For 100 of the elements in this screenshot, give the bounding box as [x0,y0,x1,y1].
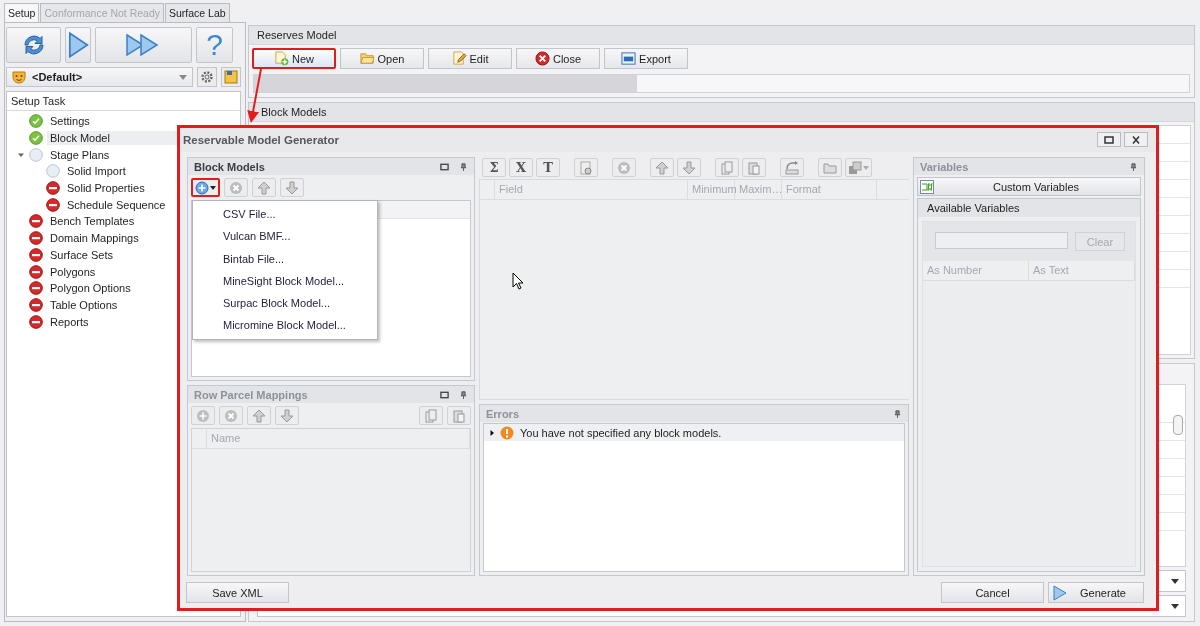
open-button[interactable]: Open [340,48,424,69]
formula-button[interactable]: Σ [482,158,506,177]
up-arrow-icon [257,180,271,195]
panel-title: Row Parcel Mappings [194,388,309,401]
refresh-button[interactable] [6,27,61,63]
tree-header: Setup Task [7,92,240,111]
add-field-button[interactable] [574,158,598,177]
panel-title: Block Models [194,160,266,173]
folder-icon [823,160,837,175]
close-button[interactable]: Close [516,48,600,69]
move-down-button[interactable] [275,406,299,425]
warning-icon [500,425,514,440]
x-circle-icon [224,408,238,423]
tree-item[interactable]: Settings [47,114,240,129]
save-xml-button[interactable]: Save XML [186,582,289,603]
save-icon [848,160,862,175]
move-up-button[interactable] [252,178,276,197]
settings-button[interactable] [197,67,217,87]
caret-icon [1171,603,1179,609]
open-button[interactable] [818,158,842,177]
remove-button[interactable] [224,178,248,197]
dialog-title: Reservable Model Generator [180,128,1156,152]
down-arrow-icon [280,408,294,423]
maximize-button[interactable] [1097,132,1121,147]
plus-circle-icon [196,408,210,423]
paste-button[interactable] [447,406,471,425]
move-up-button[interactable] [650,158,674,177]
note-button[interactable] [221,67,241,87]
caret-icon [210,185,216,190]
maximize-icon [1104,135,1114,144]
scrollbar[interactable] [1173,415,1183,435]
menu-item[interactable]: CSV File... [193,203,377,226]
app-tab[interactable]: Surface Lab [165,3,230,22]
close-button[interactable] [1124,132,1148,147]
restore-icon[interactable] [440,162,449,171]
x-circle-icon [229,180,243,195]
app-tab[interactable]: Setup [4,3,40,22]
rename-button[interactable] [780,158,804,177]
group-title: Reserves Model [249,26,1194,45]
run-all-button[interactable] [95,27,192,63]
panel-title: Variables [920,160,970,173]
menu-item[interactable]: MineSight Block Model... [193,269,377,293]
formula-button[interactable]: X [509,158,533,177]
generate-button[interactable]: Generate [1048,582,1144,603]
edit-file-icon [451,51,467,66]
paste-icon [452,408,466,423]
remove-button[interactable] [219,406,243,425]
save-dropdown-button[interactable] [845,158,872,177]
pin-icon[interactable] [1129,162,1138,171]
caret-icon [863,165,869,170]
caret-icon [1171,578,1179,584]
cancel-button[interactable]: Cancel [941,582,1044,603]
paste-icon [747,160,761,175]
edit-button[interactable]: Edit [428,48,512,69]
paste-button[interactable] [742,158,766,177]
close-icon [534,51,550,66]
menu-item[interactable]: Micromine Block Model... [193,314,377,337]
export-button[interactable]: Export [604,48,688,69]
mouse-pointer-icon [512,272,524,290]
menu-item[interactable]: Vulcan BMF... [193,225,377,248]
down-arrow-icon [285,180,299,195]
profile-dropdown[interactable]: <Default> [6,67,193,87]
group-title: Available Variables [918,199,1140,217]
search-field[interactable] [935,232,1068,249]
copy-button[interactable] [715,158,739,177]
settings-icon [200,70,214,84]
move-up-button[interactable] [247,406,271,425]
move-down-button[interactable] [677,158,701,177]
custom-variables-button[interactable]: Custom Variables [917,177,1141,196]
note-icon [224,70,238,84]
copy-icon [720,160,734,175]
play-icon [1053,584,1067,601]
formula-button[interactable]: T [536,158,560,177]
close-icon [1131,135,1141,144]
pin-icon[interactable] [459,162,468,171]
copy-button[interactable] [419,406,443,425]
add-dropdown-button[interactable] [191,178,220,197]
curved-arrow-icon [785,160,799,175]
code-file-icon [920,179,934,194]
add-button[interactable] [191,406,215,425]
up-arrow-icon [655,160,669,175]
run-button[interactable] [65,27,91,63]
play-icon [66,31,90,59]
expand-arrow-icon[interactable] [488,428,496,437]
move-down-button[interactable] [280,178,304,197]
add-page-icon [579,160,593,175]
menu-item[interactable]: Surpac Block Model... [193,292,377,315]
menu-item[interactable]: Bintab File... [193,247,377,270]
up-arrow-icon [252,408,266,423]
mask-icon [12,70,26,84]
remove-button[interactable] [612,158,636,177]
group-title: Block Models [249,103,1194,122]
new-button[interactable]: New [252,48,336,69]
new-file-icon [274,51,289,66]
folder-icon [359,51,375,66]
restore-icon[interactable] [440,390,449,399]
pin-icon[interactable] [893,409,902,418]
error-message: You have not specified any block models. [519,426,722,439]
pin-icon[interactable] [459,390,468,399]
x-circle-icon [617,160,631,175]
